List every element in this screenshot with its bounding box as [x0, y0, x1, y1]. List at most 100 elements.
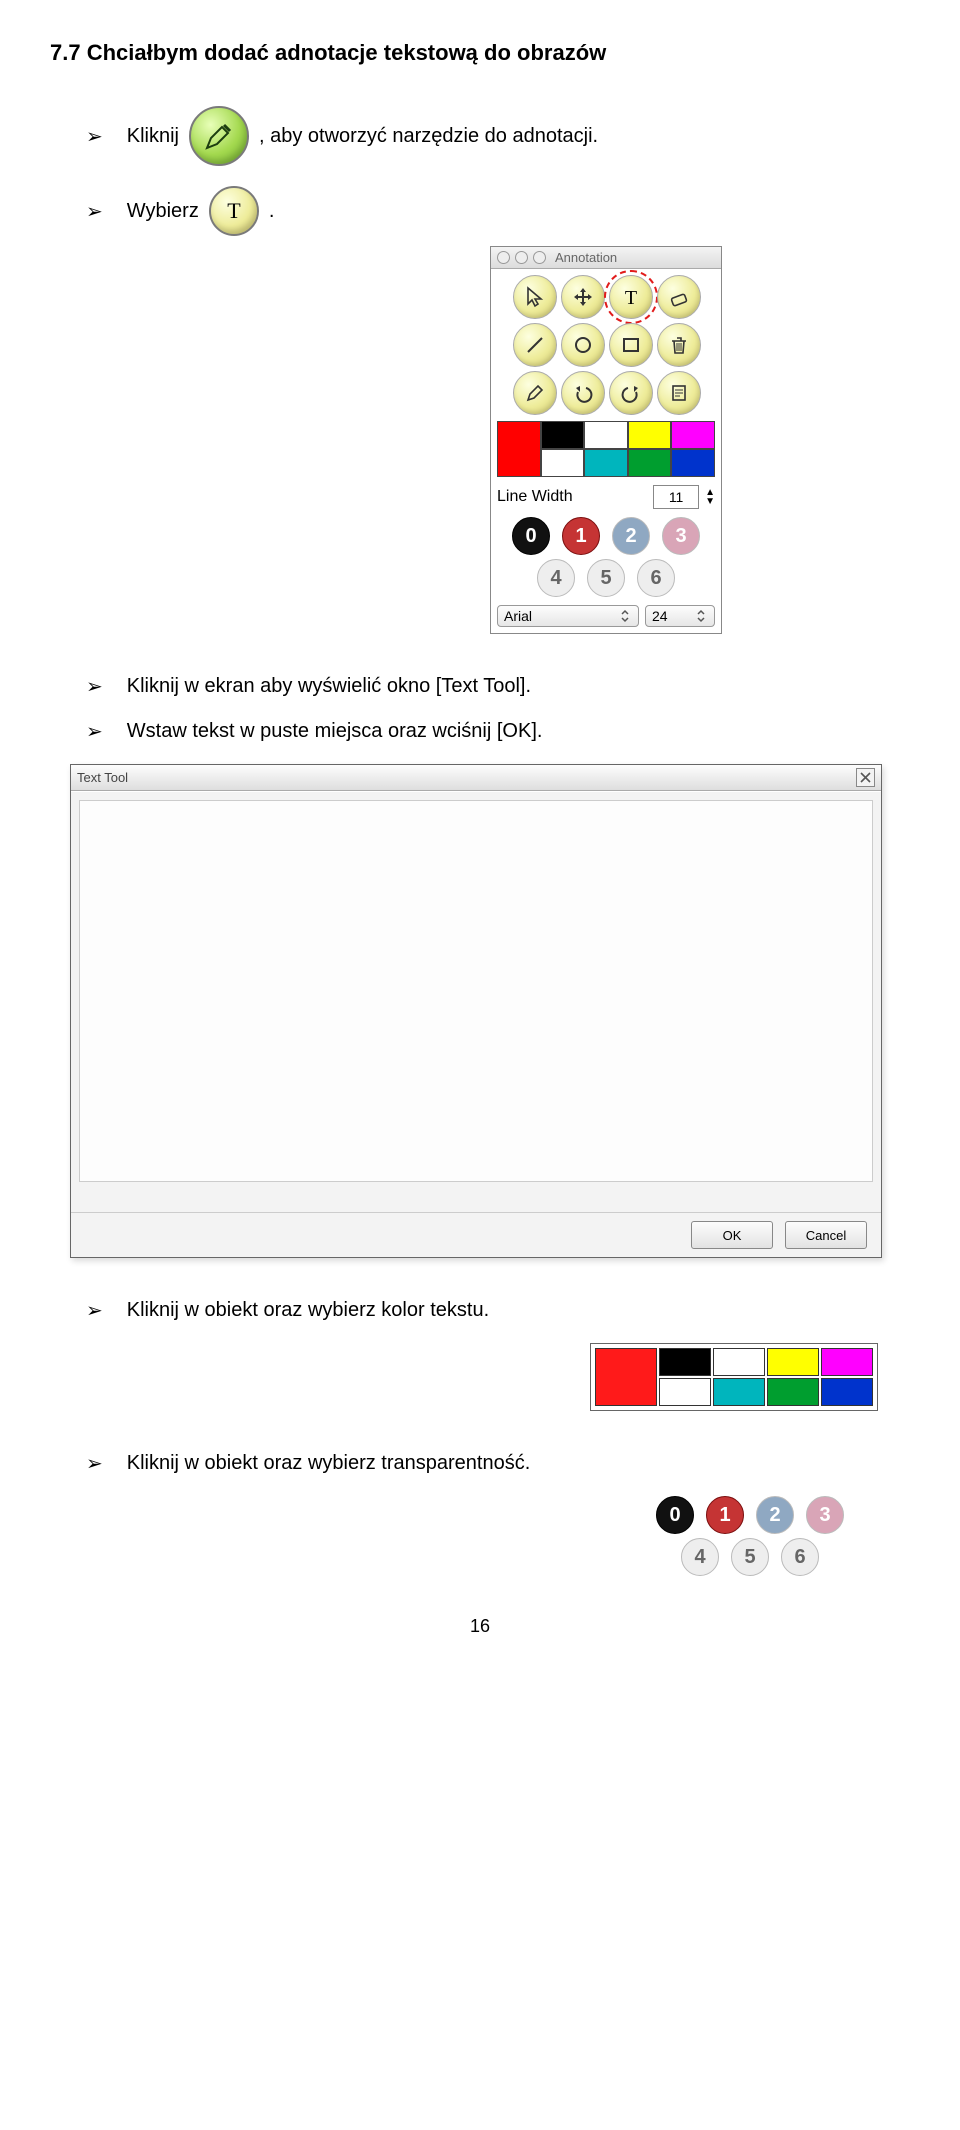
bullet-5: ➢ Kliknij w obiekt oraz wybierz kolor te…: [86, 1298, 910, 1323]
bullet-2-pre: Wybierz: [127, 200, 199, 223]
move-tool[interactable]: [561, 275, 605, 319]
traffic-light-icon[interactable]: [515, 251, 528, 264]
color-swatch[interactable]: [821, 1378, 873, 1406]
opacity-chip[interactable]: 5: [731, 1538, 769, 1576]
bullet-arrow-icon: ➢: [86, 674, 103, 699]
font-size-select[interactable]: 24: [645, 605, 715, 627]
opacity-chip[interactable]: 0: [656, 1496, 694, 1534]
color-swatch[interactable]: [821, 1348, 873, 1376]
bullet-arrow-icon: ➢: [86, 1298, 103, 1323]
line-width-row: Line Width 11 ▲▼: [497, 485, 715, 509]
color-swatch[interactable]: [767, 1348, 819, 1376]
color-swatch-panel-wrap: [590, 1343, 910, 1411]
ok-button[interactable]: OK: [691, 1221, 773, 1249]
color-swatch[interactable]: [713, 1378, 765, 1406]
bullet-2: ➢ Wybierz T .: [86, 186, 910, 236]
annotation-palette: Annotation T Li: [490, 246, 722, 634]
color-swatch[interactable]: [713, 1348, 765, 1376]
chevron-updown-icon: [694, 609, 708, 623]
bullet-2-post: .: [269, 200, 275, 223]
stepper-arrows-icon[interactable]: ▲▼: [705, 488, 715, 506]
traffic-light-icon[interactable]: [497, 251, 510, 264]
font-family-select[interactable]: Arial: [497, 605, 639, 627]
color-swatch[interactable]: [541, 421, 585, 449]
traffic-light-icon[interactable]: [533, 251, 546, 264]
opacity-chip[interactable]: 1: [562, 517, 600, 555]
color-swatch[interactable]: [584, 449, 628, 477]
undo-tool[interactable]: [561, 371, 605, 415]
color-swatch-selected[interactable]: [497, 421, 541, 477]
color-swatch-panel: [590, 1343, 878, 1411]
color-swatch[interactable]: [628, 421, 672, 449]
bullet-1-post: , aby otworzyć narzędzie do adnotacji.: [259, 125, 598, 148]
opacity-panel: 0 1 2 3 4 5 6: [640, 1496, 860, 1576]
chevron-updown-icon: [618, 609, 632, 623]
note-tool[interactable]: [657, 371, 701, 415]
bullet-arrow-icon: ➢: [86, 1451, 103, 1476]
font-size-value: 24: [652, 608, 668, 624]
opacity-chip[interactable]: 2: [612, 517, 650, 555]
ellipse-tool[interactable]: [561, 323, 605, 367]
section-heading: 7.7 Chciałbym dodać adnotacje tekstową d…: [50, 40, 910, 66]
pencil-tool[interactable]: [513, 371, 557, 415]
line-tool[interactable]: [513, 323, 557, 367]
svg-text:T: T: [227, 198, 241, 223]
dialog-body: [71, 791, 881, 1212]
opacity-chip[interactable]: 6: [781, 1538, 819, 1576]
rectangle-tool[interactable]: [609, 323, 653, 367]
eraser-tool[interactable]: [657, 275, 701, 319]
dialog-buttons: OK Cancel: [71, 1212, 881, 1257]
tool-grid: T: [497, 275, 715, 413]
dialog-title: Text Tool: [77, 770, 128, 785]
close-button[interactable]: [856, 768, 875, 787]
opacity-panel-row-2: 4 5 6: [640, 1538, 860, 1576]
page-number: 16: [50, 1616, 910, 1637]
dialog-titlebar: Text Tool: [71, 765, 881, 791]
color-swatch-selected[interactable]: [595, 1348, 657, 1406]
bullet-5-text: Kliknij w obiekt oraz wybierz kolor teks…: [127, 1299, 489, 1322]
opacity-chip[interactable]: 2: [756, 1496, 794, 1534]
trash-tool[interactable]: [657, 323, 701, 367]
color-swatch[interactable]: [584, 421, 628, 449]
palette-body: T Line Width 11 ▲▼: [491, 269, 721, 633]
opacity-row-2: 4 5 6: [497, 559, 715, 597]
text-tool[interactable]: T: [609, 275, 653, 319]
bullet-3: ➢ Kliknij w ekran aby wyświelić okno [Te…: [86, 674, 910, 699]
text-tool-icon[interactable]: T: [209, 186, 259, 236]
font-family-value: Arial: [504, 608, 532, 624]
opacity-chip[interactable]: 4: [681, 1538, 719, 1576]
palette-title: Annotation: [555, 250, 617, 265]
opacity-chip[interactable]: 6: [637, 559, 675, 597]
annotation-launch-icon[interactable]: [189, 106, 249, 166]
color-swatch[interactable]: [671, 449, 715, 477]
opacity-chip[interactable]: 3: [806, 1496, 844, 1534]
line-width-stepper[interactable]: 11: [653, 485, 699, 509]
color-swatch[interactable]: [628, 449, 672, 477]
opacity-chip[interactable]: 0: [512, 517, 550, 555]
opacity-chip[interactable]: 3: [662, 517, 700, 555]
line-width-label: Line Width: [497, 488, 647, 506]
dialog-text-area[interactable]: [79, 800, 873, 1182]
color-swatch[interactable]: [541, 449, 585, 477]
opacity-row-1: 0 1 2 3: [497, 517, 715, 555]
font-row: Arial 24: [497, 605, 715, 627]
text-tool-dialog: Text Tool OK Cancel: [70, 764, 882, 1258]
opacity-chip[interactable]: 1: [706, 1496, 744, 1534]
color-swatch[interactable]: [659, 1378, 711, 1406]
bullet-arrow-icon: ➢: [86, 124, 103, 149]
cancel-button[interactable]: Cancel: [785, 1221, 867, 1249]
close-icon: [860, 772, 871, 783]
bullet-arrow-icon: ➢: [86, 199, 103, 224]
redo-tool[interactable]: [609, 371, 653, 415]
opacity-chip[interactable]: 5: [587, 559, 625, 597]
bullet-1-pre: Kliknij: [127, 125, 179, 148]
color-swatches: [497, 421, 715, 477]
palette-titlebar: Annotation: [491, 247, 721, 269]
color-swatch[interactable]: [767, 1378, 819, 1406]
bullet-4: ➢ Wstaw tekst w puste miejsca oraz wciśn…: [86, 719, 910, 744]
bullet-4-text: Wstaw tekst w puste miejsca oraz wciśnij…: [127, 720, 543, 743]
cursor-tool[interactable]: [513, 275, 557, 319]
color-swatch[interactable]: [671, 421, 715, 449]
opacity-chip[interactable]: 4: [537, 559, 575, 597]
color-swatch[interactable]: [659, 1348, 711, 1376]
